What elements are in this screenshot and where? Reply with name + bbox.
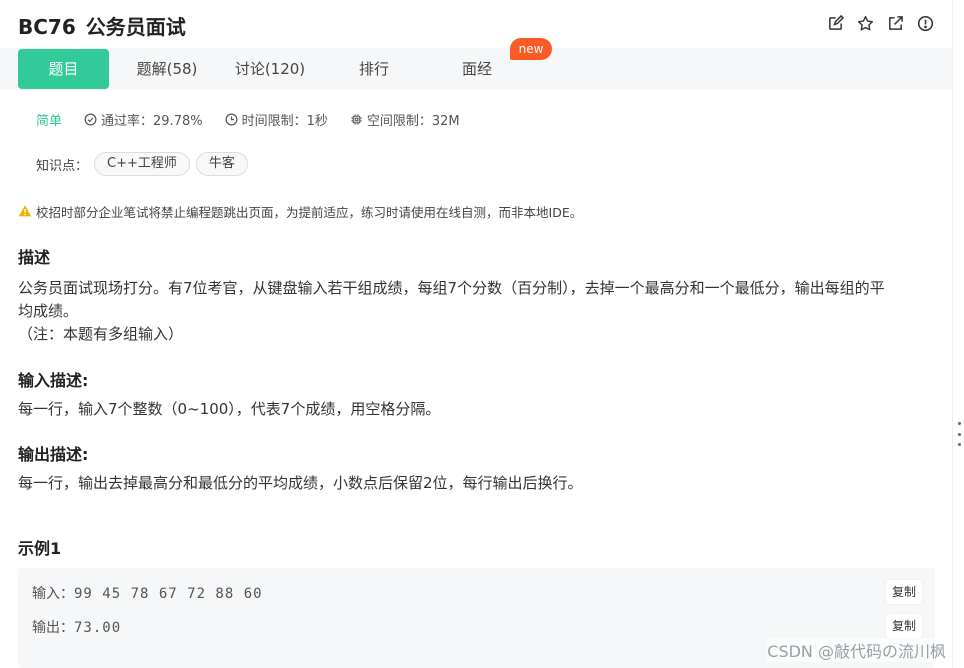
- copy-output-button[interactable]: 复制: [885, 614, 922, 638]
- problem-page: BC76 公务员面试 题目 题解(58) 讨论(120) 排行 面经 new 简单: [0, 0, 964, 668]
- csdn-watermark: CSDN @敲代码の流川枫: [767, 638, 946, 662]
- tag-cpp-engineer[interactable]: C++工程师: [94, 152, 190, 176]
- check-circle-icon: [84, 113, 97, 125]
- tab-solutions[interactable]: 题解(58): [124, 49, 210, 89]
- difficulty-label: 简单: [36, 113, 63, 129]
- problem-meta: 简单 通过率：29.78% 时间限制：1秒 空间限制：32M: [36, 110, 482, 129]
- header-actions: [826, 14, 934, 32]
- time-limit-text: 时间限制：1秒: [241, 113, 328, 129]
- notice-text: 校招时部分企业笔试将禁止编程题跳出页面，为提前适应，练习时请使用在线自测，而非本…: [36, 204, 583, 220]
- pass-rate: 通过率：29.78%: [84, 110, 203, 129]
- pass-rate-text: 通过率：29.78%: [101, 113, 203, 129]
- tab-discussion[interactable]: 讨论(120): [222, 49, 318, 89]
- tab-interview[interactable]: 面经: [446, 49, 508, 89]
- drag-dot: [957, 422, 961, 425]
- description-line-2: 均成绩。: [18, 302, 79, 320]
- warning-icon: [18, 205, 32, 217]
- description-note: （注：本题有多组输入）: [18, 325, 184, 343]
- problem-name: 公务员面试: [85, 15, 186, 39]
- problem-title: BC76 公务员面试: [18, 11, 186, 40]
- panel-resize-handle[interactable]: [955, 422, 963, 446]
- new-badge: new: [510, 38, 552, 60]
- example-input-label: 输入：: [32, 586, 74, 602]
- tag-nowcoder[interactable]: 牛客: [195, 152, 248, 176]
- panel-divider: [952, 0, 953, 668]
- example-output-label: 输出：: [32, 620, 74, 636]
- knowledge-tags: 知识点： C++工程师 牛客: [36, 151, 248, 177]
- chip-icon: [351, 113, 362, 125]
- example-heading: 示例1: [18, 539, 62, 558]
- knowledge-label: 知识点：: [36, 158, 89, 174]
- memory-limit-text: 空间限制：32M: [366, 113, 460, 129]
- ide-notice: 校招时部分企业笔试将禁止编程题跳出页面，为提前适应，练习时请使用在线自测，而非本…: [18, 202, 582, 220]
- output-desc-heading: 输出描述:: [18, 445, 89, 464]
- example-input-value: 99 45 78 67 72 88 60: [74, 586, 263, 602]
- drag-dot: [957, 443, 961, 446]
- tab-ranking[interactable]: 排行: [344, 49, 404, 89]
- share-icon[interactable]: [886, 14, 904, 32]
- description-text: 公务员面试现场打分。有7位考官，从键盘输入若干组成绩，每组7个分数（百分制），去…: [18, 277, 938, 346]
- description-line-1: 公务员面试现场打分。有7位考官，从键盘输入若干组成绩，每组7个分数（百分制），去…: [18, 279, 885, 297]
- clock-icon: [225, 113, 238, 125]
- output-desc-text: 每一行，输出去掉最高分和最低分的平均成绩，小数点后保留2位，每行输出后换行。: [18, 474, 583, 492]
- example-input: 输入：99 45 78 67 72 88 60: [32, 583, 263, 603]
- example-output: 输出：73.00: [32, 617, 121, 637]
- star-icon[interactable]: [856, 14, 874, 32]
- memory-limit: 空间限制：32M: [350, 110, 460, 129]
- report-icon[interactable]: [916, 14, 934, 32]
- copy-input-button[interactable]: 复制: [885, 580, 922, 604]
- input-desc-text: 每一行，输入7个整数（0~100），代表7个成绩，用空格分隔。: [18, 400, 441, 418]
- problem-header: BC76 公务员面试: [0, 0, 952, 48]
- edit-icon[interactable]: [826, 14, 844, 32]
- description-heading: 描述: [18, 248, 51, 267]
- drag-dot: [957, 432, 961, 436]
- problem-tabs: 题目 题解(58) 讨论(120) 排行 面经: [0, 48, 952, 90]
- example-output-value: 73.00: [74, 620, 122, 636]
- tab-problem[interactable]: 题目: [18, 49, 109, 89]
- problem-id: BC76: [18, 15, 76, 39]
- input-desc-heading: 输入描述:: [18, 371, 89, 390]
- time-limit: 时间限制：1秒: [225, 110, 328, 129]
